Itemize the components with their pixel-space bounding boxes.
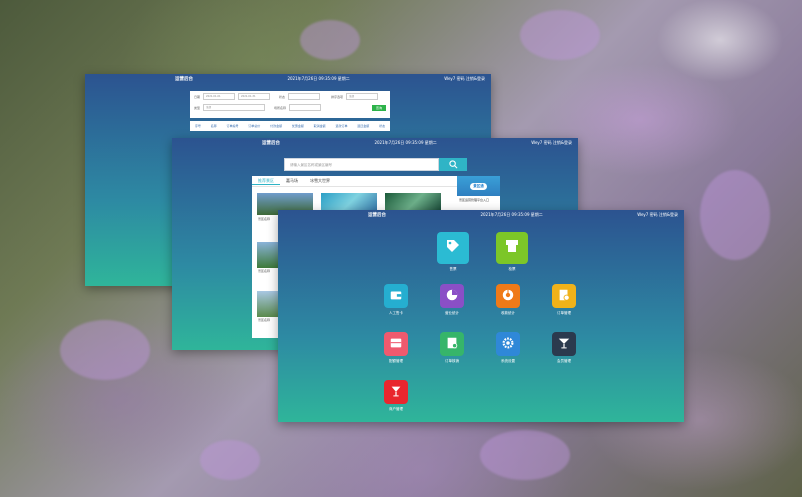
date-from-input[interactable]: 2021-01-01 — [203, 93, 236, 100]
scenic-caption: 景区名称 — [258, 217, 271, 221]
cocktail-tile[interactable] — [552, 332, 576, 356]
quota-box-icon — [389, 335, 403, 354]
pie-chart-tile[interactable] — [440, 284, 464, 308]
top-bar: 运营后台 2021年7月26日 09:35:09 星期二 Wey7 密码 注销&… — [172, 138, 578, 148]
date-label: 日期 — [194, 94, 201, 99]
name-label: 场所名称 — [274, 105, 287, 110]
column-header: 订单总价 — [248, 124, 261, 128]
column-header: 状态 — [379, 124, 386, 128]
user-info[interactable]: Wey7 密码 注销&登录 — [444, 76, 485, 82]
card-wallet-tile[interactable] — [384, 284, 408, 308]
verify-document-tile[interactable] — [440, 332, 464, 356]
top-bar: 运营后台 2021年7月26日 09:35:09 星期二 Wey7 密码 注销&… — [85, 74, 491, 84]
scenic-caption: 景区名称 — [258, 269, 271, 273]
platform-logo[interactable]: 景区通 — [457, 176, 500, 196]
donut-chart-tile[interactable] — [496, 284, 520, 308]
card-wallet-icon — [389, 287, 403, 306]
order-settings-tile[interactable] — [552, 284, 576, 308]
brand-title: 运营后台 — [175, 77, 193, 82]
sidebar-desc: 景区运营管理平台入口 — [459, 198, 490, 202]
datetime: 2021年7月26日 09:35:09 星期二 — [287, 76, 350, 81]
user-info[interactable]: Wey7 密码 注销&登录 — [637, 212, 678, 218]
search-input[interactable]: 请输入景区名称或景区编号 — [284, 158, 439, 171]
datetime: 2021年7月26日 09:35:09 星期二 — [374, 140, 437, 145]
tile-label: 系统设置 — [501, 359, 515, 363]
tile-label: 会员管理 — [557, 359, 571, 363]
query-button[interactable]: 查询 — [372, 104, 386, 111]
ticket-machine-tile[interactable] — [496, 232, 528, 264]
search-icon — [448, 160, 457, 169]
column-header: 名称 — [210, 124, 217, 128]
tile-label: 售票 — [449, 267, 457, 271]
gear-tile[interactable] — [496, 332, 520, 356]
verify-document-icon — [445, 335, 459, 354]
sort-label: 排序选项 — [331, 94, 344, 99]
tab-jiamachang[interactable]: 嘉马场 — [280, 178, 304, 184]
name-input[interactable] — [289, 104, 322, 111]
type-label: 类型 — [194, 105, 201, 110]
column-header: 取消金额 — [313, 124, 326, 128]
brand-title: 运营后台 — [368, 213, 386, 218]
column-header: 订单编号 — [226, 124, 239, 128]
ticket-tile[interactable] — [437, 232, 469, 264]
drink-tile[interactable] — [384, 380, 408, 404]
main-menu-window[interactable]: 运营后台 2021年7月26日 09:35:09 星期二 Wey7 密码 注销&… — [278, 210, 684, 422]
ticket-machine-icon — [504, 238, 520, 258]
tab-bar: 推荐景区 嘉马场 冰雪大世界 — [252, 176, 457, 187]
drink-icon — [389, 383, 403, 402]
table-header: 序号 名称 订单编号 订单总价 付款金额 优惠金额 取消金额 退款订单 退还金额 状态 — [190, 121, 390, 131]
order-settings-icon — [557, 287, 571, 306]
scenic-caption: 景区名称 — [258, 318, 271, 322]
sort-select[interactable]: 全部 — [346, 93, 379, 100]
tile-label: 订单管理 — [557, 311, 571, 315]
tile-label: 配额管理 — [389, 359, 403, 363]
type-select[interactable]: 全部 — [203, 104, 266, 111]
scenic-thumb[interactable] — [257, 242, 279, 268]
quota-box-tile[interactable] — [384, 332, 408, 356]
search-button[interactable] — [439, 158, 467, 171]
tile-label: 营业统计 — [445, 311, 459, 315]
tab-ice-world[interactable]: 冰雪大世界 — [304, 178, 336, 184]
scenic-thumb[interactable] — [257, 291, 279, 317]
datetime: 2021年7月26日 09:35:09 星期二 — [480, 212, 543, 217]
column-header: 退还金额 — [357, 124, 370, 128]
status-input[interactable] — [288, 93, 321, 100]
tile-label: 检票 — [508, 267, 516, 271]
brand-title: 运营后台 — [262, 141, 280, 146]
cocktail-icon — [557, 335, 571, 354]
donut-chart-icon — [501, 287, 515, 306]
tile-label: 人工售卡 — [389, 311, 403, 315]
pie-chart-icon — [445, 287, 459, 306]
column-header: 优惠金额 — [291, 124, 304, 128]
tile-label: 商户管理 — [389, 407, 403, 411]
column-header: 付款金额 — [270, 124, 283, 128]
user-info[interactable]: Wey7 密码 注销&登录 — [531, 140, 572, 146]
date-to-input[interactable]: 2021-01-31 — [238, 93, 271, 100]
column-header: 退款订单 — [335, 124, 348, 128]
status-label: 状态 — [279, 94, 286, 99]
tab-recommended[interactable]: 推荐景区 — [252, 178, 280, 185]
tile-label: 收款统计 — [501, 311, 515, 315]
top-bar: 运营后台 2021年7月26日 09:35:09 星期二 Wey7 密码 注销&… — [278, 210, 684, 220]
gear-icon — [501, 335, 515, 354]
filter-form: 日期 2021-01-01 2021-01-31 状态 排序选项 全部 类型 全… — [190, 91, 390, 118]
ticket-icon — [445, 238, 461, 258]
tile-label: 订单核销 — [445, 359, 459, 363]
column-header: 序号 — [194, 124, 201, 128]
